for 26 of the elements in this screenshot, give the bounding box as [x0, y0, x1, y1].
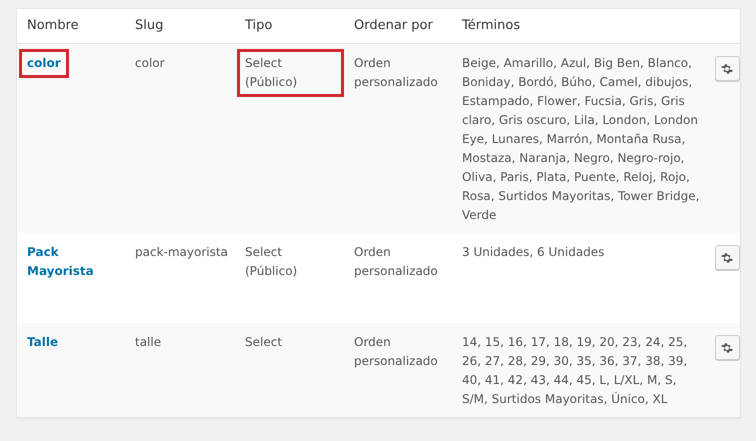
- column-header: Tipo: [245, 18, 272, 33]
- table-cell: 14, 15, 16, 17, 18, 19, 20, 23, 24, 25, 26, 27, 28, 29, 30, 35, 36, 37, 38, 39, 40, 41, 42, 43, 44, 45, L, L/XL, M, S, S/M, Surtidos Mayoritas, Único, XL: [462, 335, 688, 406]
- settings-icon: [721, 342, 733, 354]
- table-cell: pack-mayorista: [135, 245, 228, 259]
- attribute-name-link[interactable]: Talle: [19, 328, 66, 357]
- table-cell: Orden personalizado: [354, 245, 438, 278]
- attribute-name-link[interactable]: Pack Mayorista: [19, 238, 125, 286]
- table-cell-text: Select: [244, 334, 284, 351]
- column-header: Términos: [462, 18, 520, 33]
- table-cell: Beige, Amarillo, Azul, Big Ben, Blanco, Boniday, Bordó, Búho, Camel, dibujos, Estampado, Flower, Fucsia, Gris, Gris claro, Gris oscuro, Lila, London, London Eye, Lunares, Marrón, Montaña Rusa, Mostaza, Naranja, Negro, Negro-rojo, Oliva, Paris, Plata, Puente, Reloj, Rojo, Rosa, Surtidos Mayoritas, Tower Bridge, Verde: [462, 56, 700, 222]
- column-header: Slug: [135, 18, 164, 33]
- table-cell: Orden personalizado: [354, 56, 438, 89]
- table-cell-text: Select (Público): [244, 244, 298, 280]
- settings-button[interactable]: [714, 56, 740, 81]
- table-cell: Orden personalizado: [354, 335, 438, 368]
- settings-button[interactable]: [714, 245, 740, 270]
- attribute-name-link[interactable]: color: [19, 49, 69, 78]
- table-cell: Select (Público): [237, 49, 344, 97]
- column-header: Nombre: [27, 18, 79, 33]
- settings-button[interactable]: [714, 335, 740, 360]
- settings-icon: [721, 252, 733, 264]
- table-cell: talle: [135, 335, 162, 349]
- column-header: Ordenar por: [354, 18, 433, 33]
- table-cell: 3 Unidades, 6 Unidades: [462, 245, 604, 259]
- table-cell: color: [135, 56, 165, 70]
- settings-icon: [721, 62, 733, 74]
